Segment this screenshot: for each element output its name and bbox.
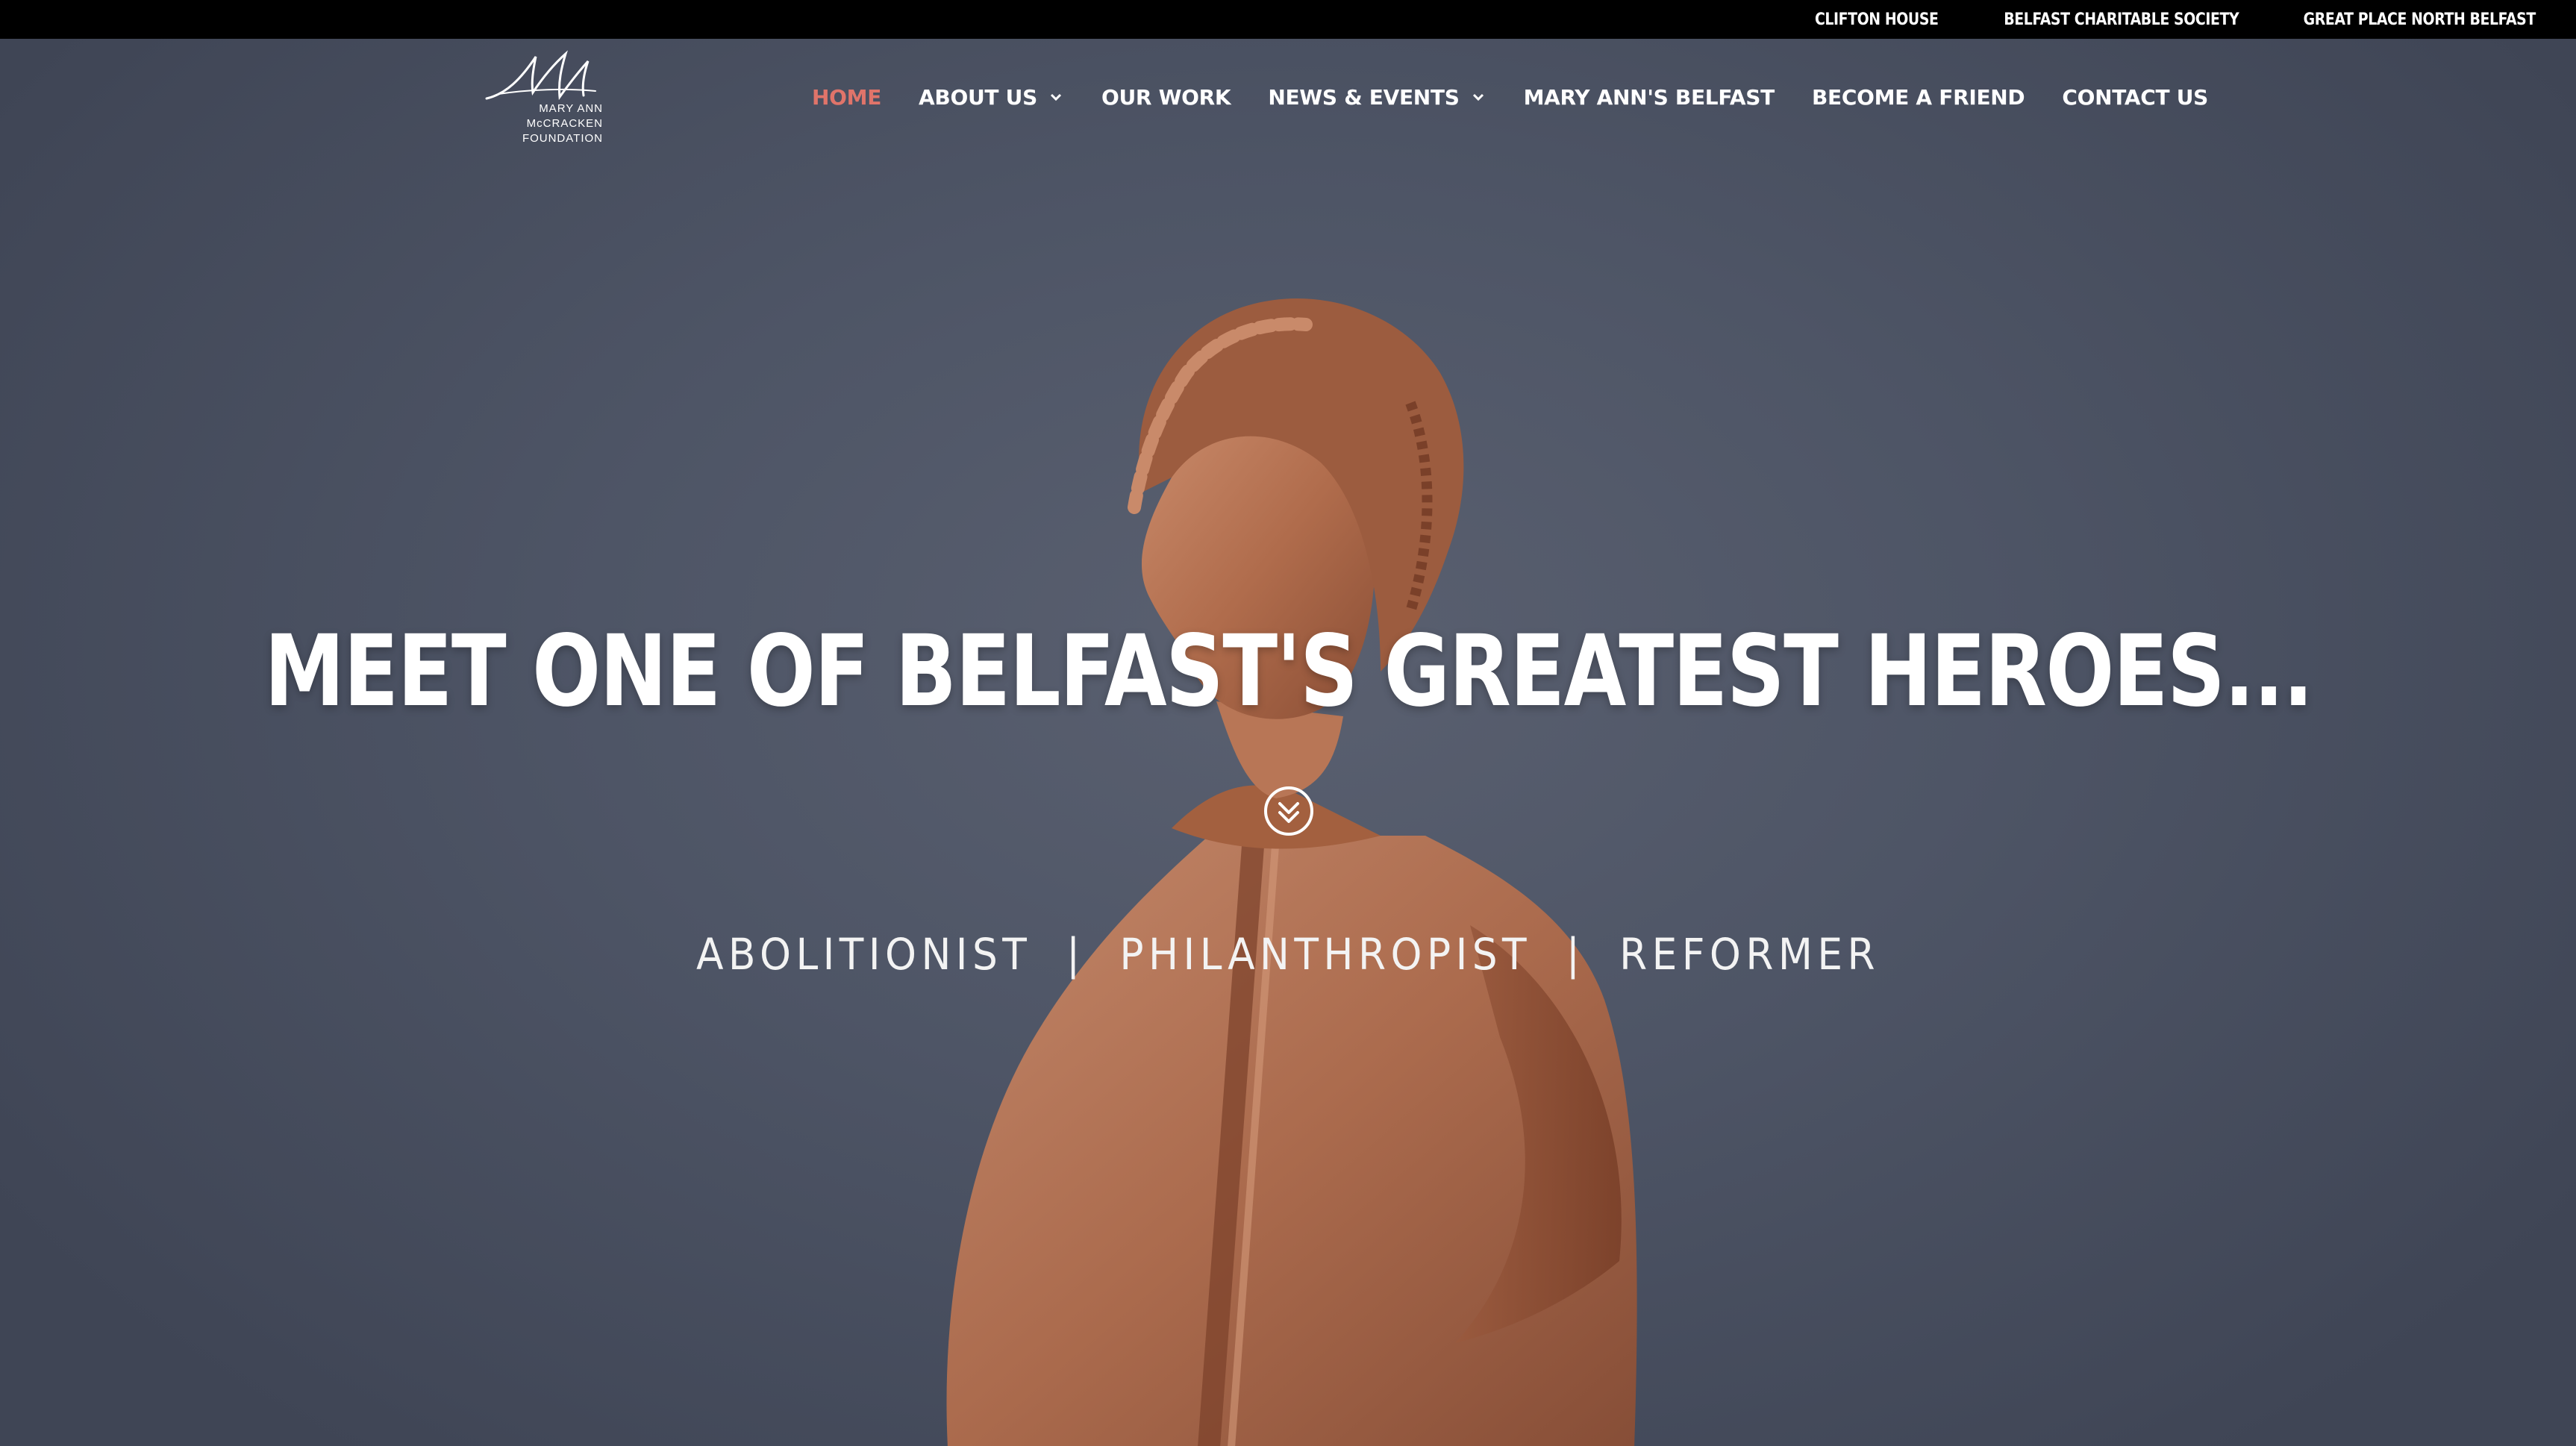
nav-item-contact-us[interactable]: CONTACT US — [2062, 85, 2208, 110]
nav-label-become-a-friend: BECOME A FRIEND — [1811, 84, 2025, 110]
logo-text-line2: McCRACKEN — [526, 117, 603, 130]
nav-label-about-us: ABOUT US — [919, 84, 1037, 110]
logo-text-line3: FOUNDATION — [522, 132, 603, 145]
nav-label-contact-us: CONTACT US — [2062, 84, 2209, 110]
nav-label-mary-anns-belfast: MARY ANN'S BELFAST — [1523, 84, 1775, 110]
top-links: CLIFTON HOUSE BELFAST CHARITABLE SOCIETY… — [1795, 0, 2536, 39]
logo-text-line1: MARY ANN — [539, 102, 603, 115]
nav-item-news-events[interactable]: NEWS & EVENTS — [1268, 85, 1486, 110]
top-link-great-place-north-belfast[interactable]: GREAT PLACE NORTH BELFAST — [2304, 10, 2536, 29]
hero-tagline: ABOLITIONIST | PHILANTHROPIST | REFORMER — [0, 929, 2576, 980]
main-navigation: HOME ABOUT US OUR WORK NEWS & EVENTS MAR… — [812, 75, 2208, 119]
double-chevron-down-circle-icon[interactable] — [1263, 786, 1314, 836]
chevron-down-icon — [1050, 93, 1061, 101]
hero-headline: MEET ONE OF BELFAST'S GREATEST HEROES... — [0, 604, 2576, 739]
nav-item-mary-anns-belfast[interactable]: MARY ANN'S BELFAST — [1524, 85, 1775, 110]
page: CLIFTON HOUSE BELFAST CHARITABLE SOCIETY… — [0, 0, 2576, 1446]
nav-item-become-a-friend[interactable]: BECOME A FRIEND — [1812, 85, 2025, 110]
hero-headline-text: MEET ONE OF BELFAST'S GREATEST HEROES... — [263, 614, 2313, 729]
top-link-clifton-house[interactable]: CLIFTON HOUSE — [1815, 10, 1939, 29]
chevron-down-icon — [1472, 93, 1484, 101]
site-logo[interactable]: MARY ANN McCRACKEN FOUNDATION — [484, 49, 610, 149]
nav-label-our-work: OUR WORK — [1101, 84, 1231, 110]
nav-label-home: HOME — [812, 84, 882, 110]
nav-label-news-events: NEWS & EVENTS — [1268, 84, 1460, 110]
top-link-belfast-charitable-society[interactable]: BELFAST CHARITABLE SOCIETY — [2004, 10, 2239, 29]
hero-tagline-text: ABOLITIONIST | PHILANTHROPIST | REFORMER — [695, 929, 1881, 980]
nav-item-our-work[interactable]: OUR WORK — [1101, 85, 1231, 110]
top-utility-bar: CLIFTON HOUSE BELFAST CHARITABLE SOCIETY… — [0, 0, 2576, 39]
nav-item-about-us[interactable]: ABOUT US — [919, 85, 1064, 110]
nav-item-home[interactable]: HOME — [812, 85, 881, 110]
logo-signature-mark — [485, 50, 596, 101]
